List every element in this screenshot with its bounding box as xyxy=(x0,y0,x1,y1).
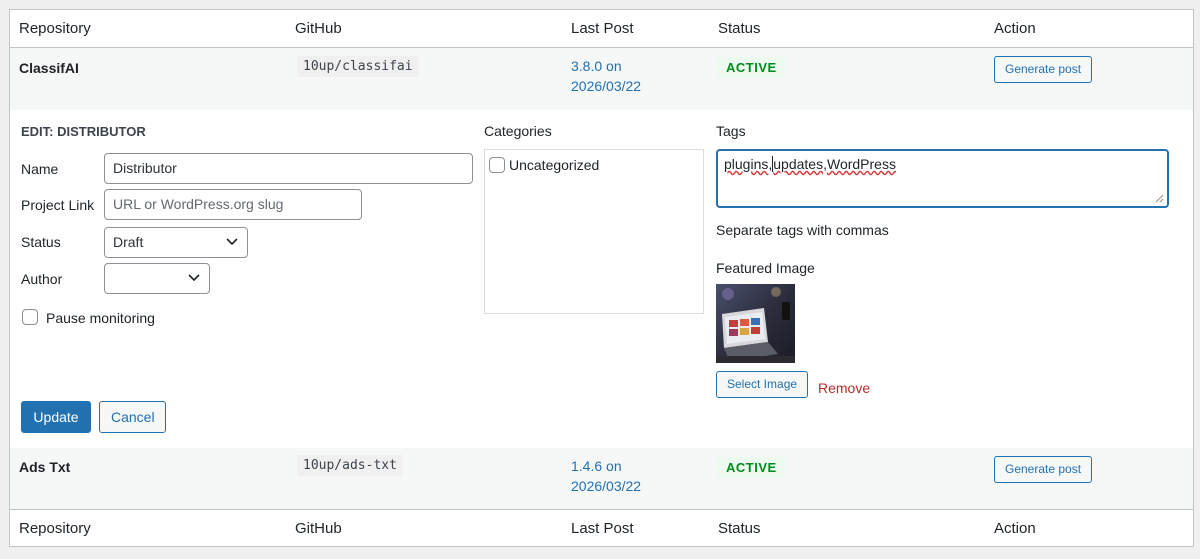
last-post-version[interactable]: 1.4.6 on xyxy=(571,456,641,476)
resize-handle-icon[interactable] xyxy=(1155,194,1164,203)
github-slug: 10up/ads-txt xyxy=(297,455,403,476)
last-post-date[interactable]: 2026/03/22 xyxy=(571,476,641,496)
column-header-last-post: Last Post xyxy=(571,20,634,37)
status-select[interactable]: Draft xyxy=(104,227,248,258)
categories-label: Categories xyxy=(484,123,552,139)
generate-post-button[interactable]: Generate post xyxy=(994,456,1093,483)
github-slug: 10up/classifai xyxy=(297,56,419,77)
author-select[interactable] xyxy=(104,263,210,294)
project-link-label: Project Link xyxy=(21,197,95,213)
update-button[interactable]: Update xyxy=(21,401,91,433)
author-label: Author xyxy=(21,271,63,287)
status-select-value: Draft xyxy=(113,234,144,250)
category-item-label: Uncategorized xyxy=(509,157,600,173)
column-header-status: Status xyxy=(718,520,761,537)
edit-heading: EDIT: DISTRIBUTOR xyxy=(21,124,146,139)
pause-monitoring-checkbox[interactable] xyxy=(22,309,38,325)
repository-name: Ads Txt xyxy=(19,459,71,475)
name-input[interactable]: Distributor xyxy=(104,153,473,184)
column-header-action: Action xyxy=(994,20,1036,37)
project-link-input[interactable]: URL or WordPress.org slug xyxy=(104,189,362,220)
table-header: Repository GitHub Last Post Status Actio… xyxy=(10,10,1193,48)
status-badge: ACTIVE xyxy=(718,57,785,78)
tags-textarea[interactable]: plugins,updates,WordPress xyxy=(716,149,1169,208)
featured-image-label: Featured Image xyxy=(716,260,815,276)
column-header-github: GitHub xyxy=(295,520,342,537)
quick-edit-panel: EDIT: DISTRIBUTOR Name Distributor Proje… xyxy=(10,110,1193,448)
category-checkbox[interactable] xyxy=(489,157,505,173)
generate-post-button[interactable]: Generate post xyxy=(994,56,1093,83)
pause-monitoring-label: Pause monitoring xyxy=(46,310,155,326)
select-image-button[interactable]: Select Image xyxy=(716,371,809,398)
repositories-table: Repository GitHub Last Post Status Actio… xyxy=(9,9,1194,547)
status-label: Status xyxy=(21,234,61,250)
remove-image-link[interactable]: Remove xyxy=(818,380,870,396)
tags-hint: Separate tags with commas xyxy=(716,222,889,238)
chevron-down-icon xyxy=(188,274,200,282)
table-row: Ads Txt 10up/ads-txt 1.4.6 on 2026/03/22… xyxy=(10,448,1193,509)
last-post-link[interactable]: 1.4.6 on 2026/03/22 xyxy=(571,456,641,496)
column-header-last-post: Last Post xyxy=(571,520,634,537)
table-row: ClassifAI 10up/classifai 3.8.0 on 2026/0… xyxy=(10,48,1193,110)
status-badge: ACTIVE xyxy=(718,457,785,478)
table-footer: Repository GitHub Last Post Status Actio… xyxy=(10,509,1193,547)
last-post-version[interactable]: 3.8.0 on xyxy=(571,56,641,76)
column-header-status: Status xyxy=(718,20,761,37)
column-header-github: GitHub xyxy=(295,20,342,37)
repository-name: ClassifAI xyxy=(19,60,79,76)
chevron-down-icon xyxy=(226,238,238,246)
categories-list: Uncategorized xyxy=(484,149,704,314)
tag-text-wordpress: WordPress xyxy=(826,156,896,172)
featured-image-thumbnail xyxy=(716,284,795,363)
laptop-photo-image xyxy=(716,284,795,363)
tag-text-plugins: plugins xyxy=(724,156,769,172)
cancel-button[interactable]: Cancel xyxy=(99,401,166,433)
last-post-link[interactable]: 3.8.0 on 2026/03/22 xyxy=(571,56,641,96)
tags-label: Tags xyxy=(716,123,746,139)
tags-text: plugins,updates,WordPress xyxy=(724,156,896,172)
column-header-action: Action xyxy=(994,520,1036,537)
column-header-repository: Repository xyxy=(19,20,91,37)
column-header-repository: Repository xyxy=(19,520,91,537)
tag-text-updates: updates xyxy=(773,156,824,172)
name-label: Name xyxy=(21,161,59,177)
last-post-date[interactable]: 2026/03/22 xyxy=(571,76,641,96)
